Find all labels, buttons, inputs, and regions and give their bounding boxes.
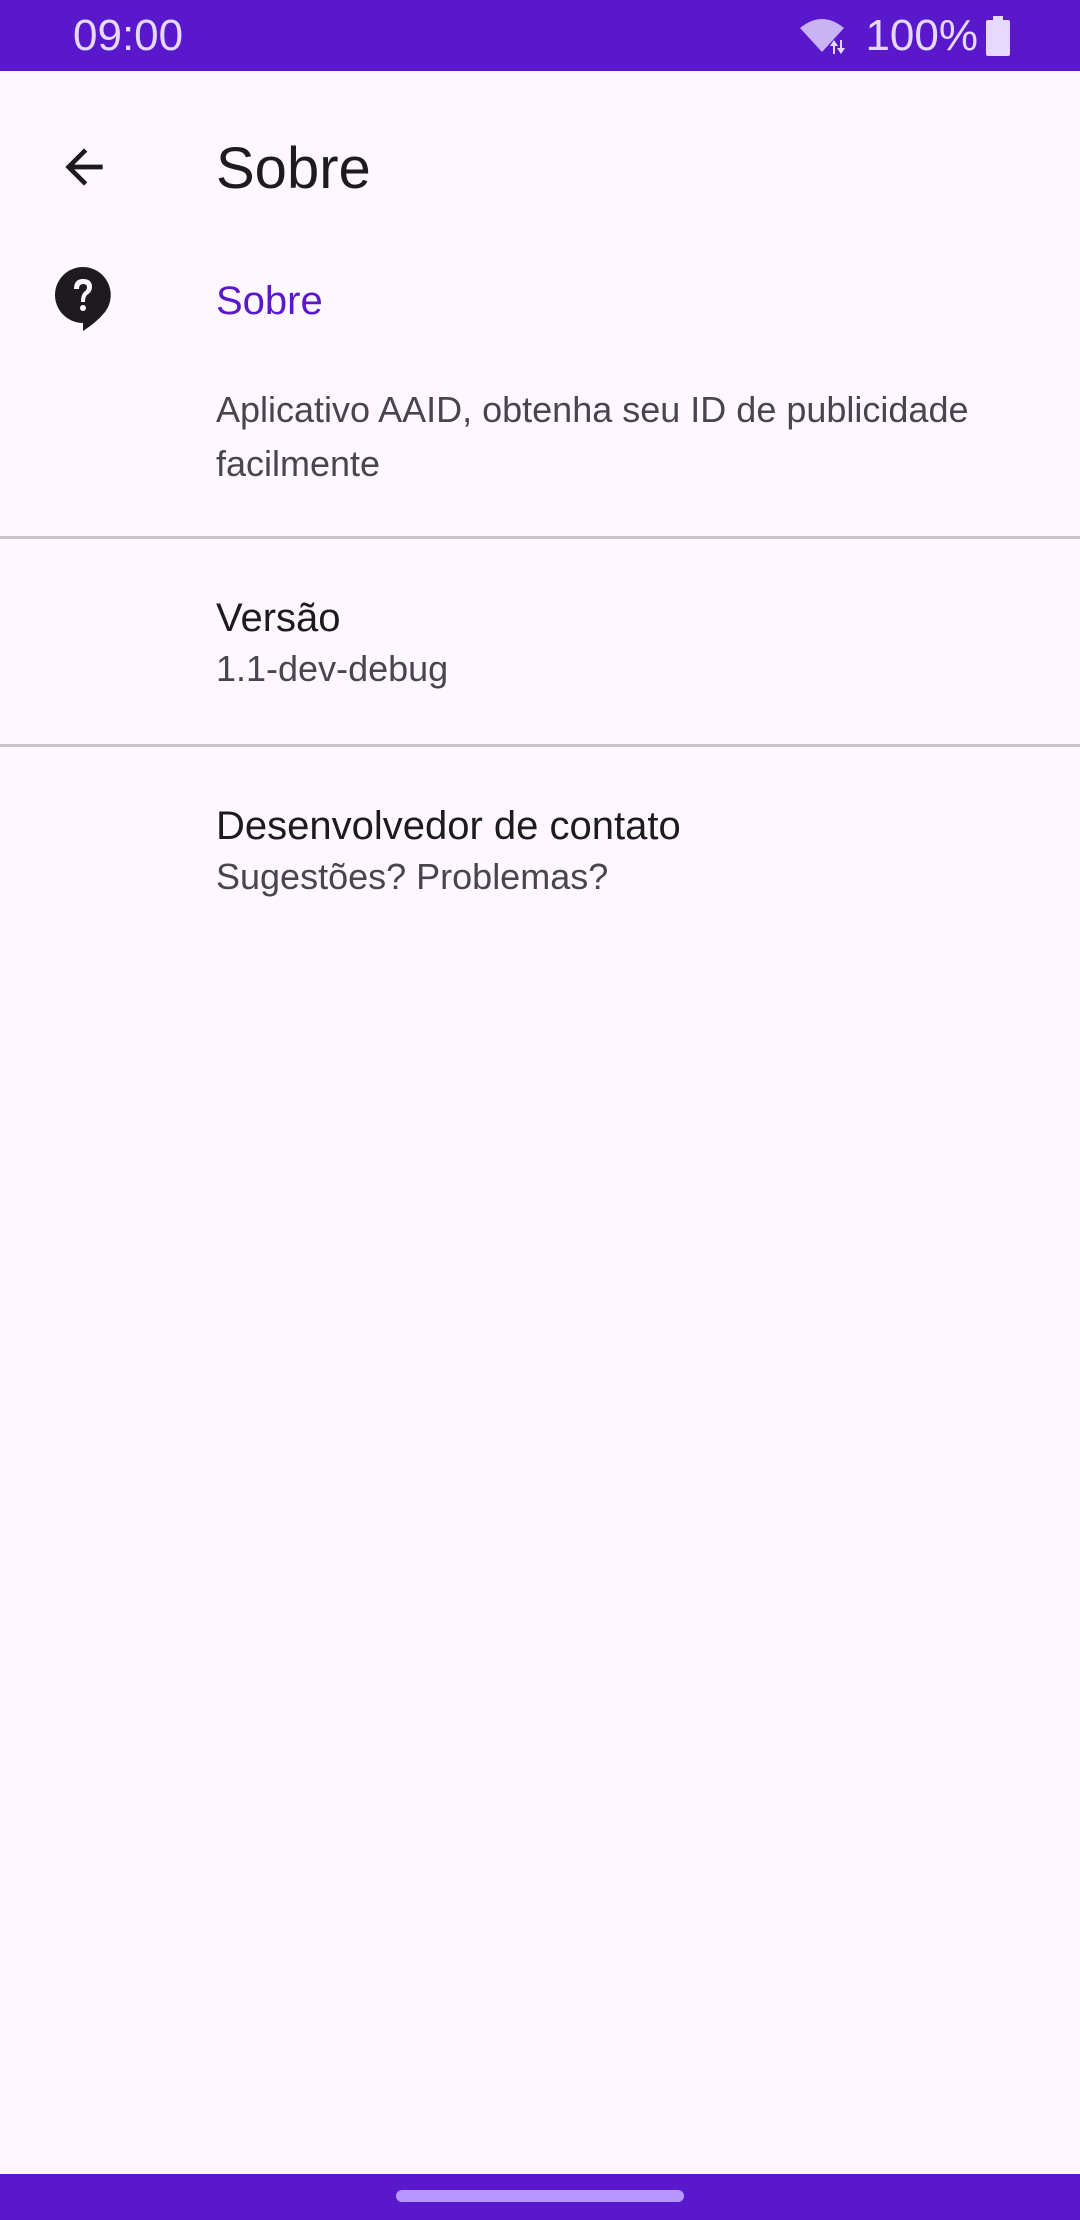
version-summary: 1.1-dev-debug: [216, 648, 449, 689]
battery-percentage: 100%: [865, 11, 978, 60]
top-app-bar: Sobre: [0, 71, 1080, 267]
contact-developer-item[interactable]: Desenvolvedor de contato Sugestões? Prob…: [0, 747, 1080, 927]
wifi-icon: [800, 19, 846, 54]
navigation-bar: [0, 2174, 1080, 2220]
arrow-back-icon: [65, 148, 103, 186]
status-icons: 100%: [797, 12, 1010, 60]
help-icon: [55, 267, 111, 331]
contact-developer-summary: Sugestões? Problemas?: [216, 856, 609, 897]
version-title: Versão: [216, 596, 341, 640]
status-bar: 09:00 100%: [0, 0, 1080, 71]
back-button[interactable]: [44, 127, 124, 207]
contact-developer-title: Desenvolvedor de contato: [216, 804, 681, 848]
version-item[interactable]: Versão 1.1-dev-debug: [0, 539, 1080, 719]
page-title: Sobre: [216, 136, 371, 201]
about-summary: Aplicativo AAID, obtenha seu ID de publi…: [216, 389, 969, 484]
about-category-title: Sobre: [216, 279, 323, 323]
battery-icon: [986, 16, 1010, 56]
status-time: 09:00: [73, 11, 184, 60]
home-gesture-handle[interactable]: [396, 2190, 684, 2202]
